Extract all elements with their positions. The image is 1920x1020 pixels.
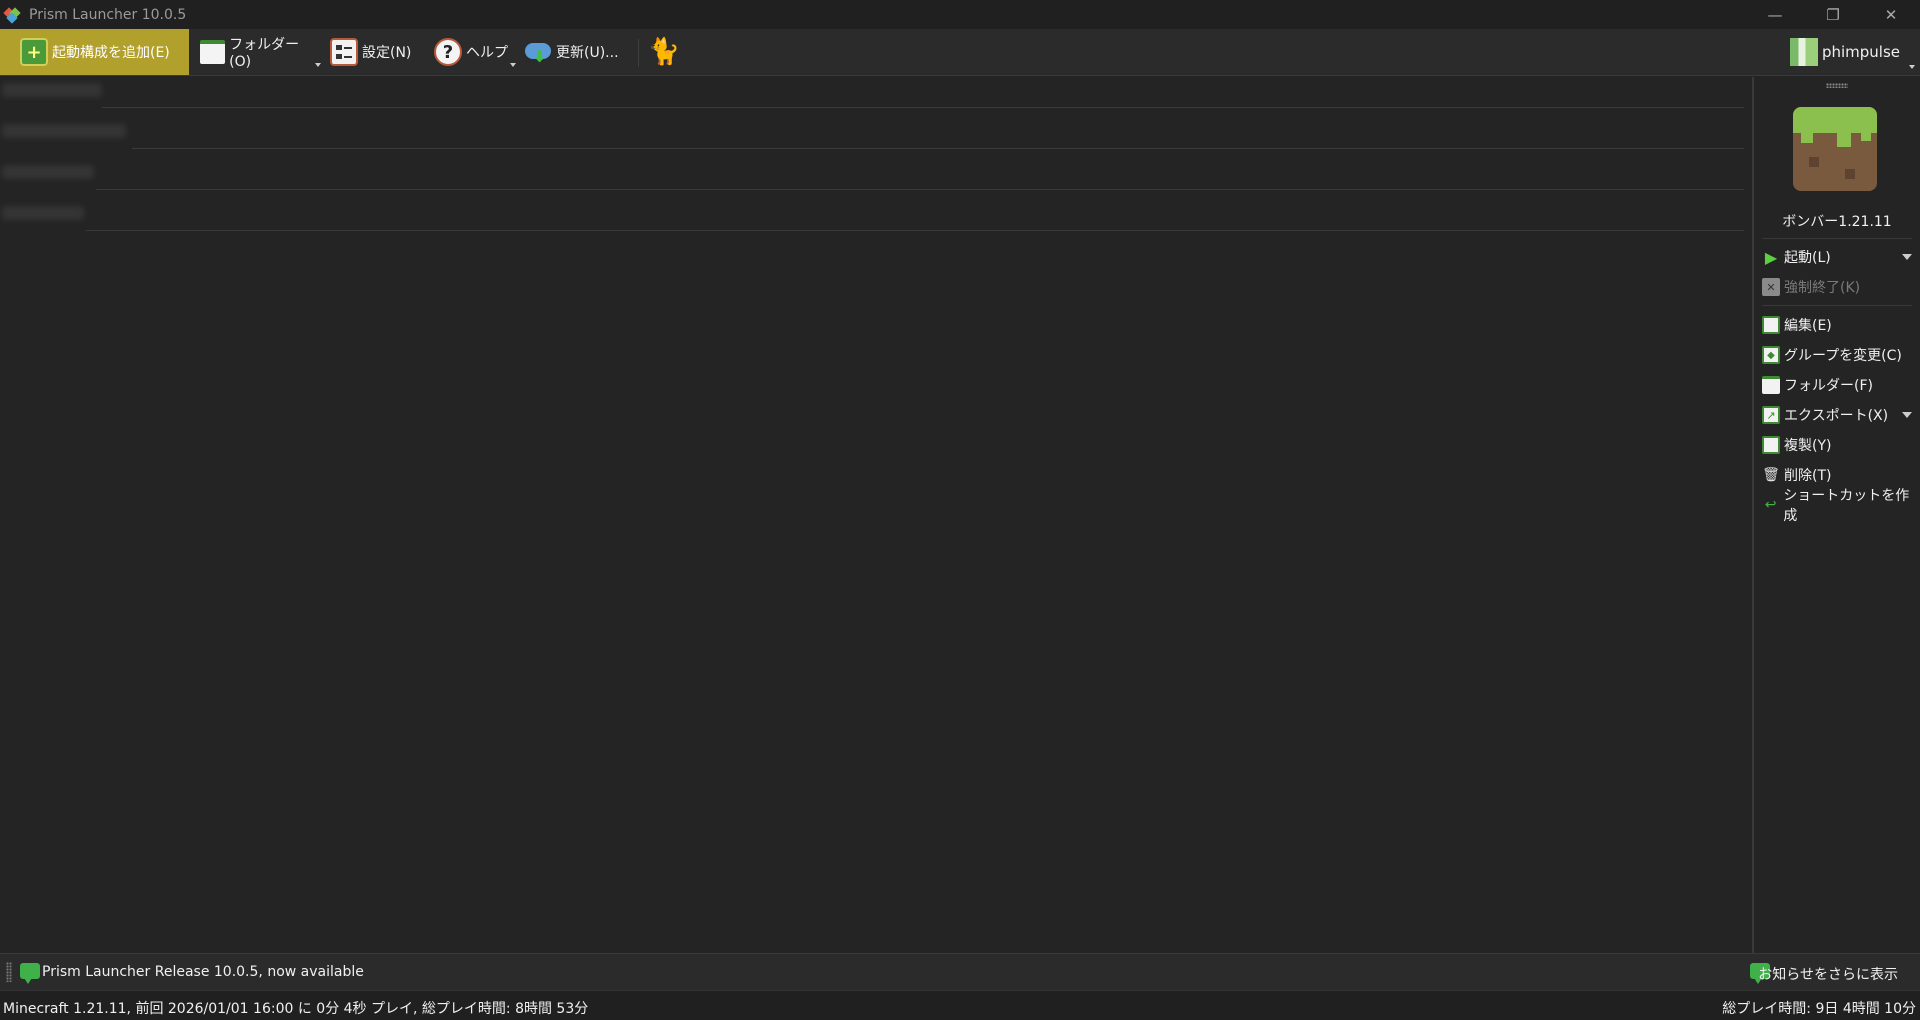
news-headline-link[interactable]: Prism Launcher Release 10.0.5, now avail…	[42, 964, 364, 980]
cloud-download-icon: ⬇	[524, 38, 552, 66]
group-divider	[132, 148, 1744, 149]
group-label-blurred	[2, 206, 84, 220]
kill-label: 強制終了(K)	[1784, 280, 1861, 296]
change-group-button[interactable]: ◆ グループを変更(C)	[1762, 343, 1918, 367]
export-dropdown-arrow-icon[interactable]	[1902, 412, 1912, 418]
toolbar-separator	[638, 39, 639, 67]
close-icon: ✕	[1884, 5, 1898, 24]
window-title: Prism Launcher 10.0.5	[29, 6, 187, 23]
help-dropdown-arrow-icon[interactable]	[510, 63, 516, 67]
cat-icon: 🐈	[647, 37, 681, 67]
instance-list[interactable]	[0, 77, 1752, 953]
instance-side-panel: ボンバー1.21.11 ▶ 起動(L) ✕ 強制終了(K) 編集(E) ◆ グル…	[1754, 77, 1920, 953]
instance-folder-label: フォルダー(F)	[1784, 378, 1873, 394]
launch-dropdown-arrow-icon[interactable]	[1902, 254, 1912, 260]
avatar	[1789, 38, 1818, 66]
delete-label: 削除(T)	[1784, 468, 1832, 484]
group-divider	[86, 230, 1744, 231]
shortcut-icon: ↩	[1764, 497, 1777, 513]
help-label: ヘルプ	[466, 45, 508, 61]
side-panel-grip-handle[interactable]	[1826, 83, 1848, 88]
settings-icon	[330, 38, 358, 66]
instance-folder-button[interactable]: フォルダー(F)	[1762, 373, 1918, 397]
folders-button[interactable]: フォルダー(O)	[200, 29, 318, 75]
restore-icon: ❐	[1826, 5, 1840, 24]
export-label: エクスポート(X)	[1784, 408, 1889, 424]
export-button[interactable]: ↗ エクスポート(X)	[1762, 403, 1918, 427]
kill-icon: ✕	[1762, 278, 1780, 296]
account-button[interactable]: phimpulse	[1789, 29, 1920, 75]
instance-group-header[interactable]	[0, 204, 1744, 231]
prism-logo-icon	[3, 6, 21, 24]
help-icon: ?	[434, 38, 462, 66]
minimize-button[interactable]: —	[1746, 0, 1804, 29]
cat-button[interactable]: 🐈	[647, 29, 684, 75]
create-shortcut-label: ショートカットを作成	[1783, 488, 1910, 524]
settings-button[interactable]: 設定(N)	[330, 29, 416, 75]
close-button[interactable]: ✕	[1862, 0, 1920, 29]
copy-label: 複製(Y)	[1784, 438, 1832, 454]
add-instance-icon: +	[20, 38, 48, 66]
group-divider	[96, 189, 1744, 190]
instance-group-header[interactable]	[0, 81, 1744, 108]
side-separator	[1762, 305, 1912, 306]
edit-icon	[1762, 316, 1780, 334]
folders-dropdown-arrow-icon[interactable]	[315, 63, 321, 67]
copy-icon	[1762, 436, 1780, 454]
instance-name[interactable]: ボンバー1.21.11	[1754, 211, 1920, 231]
create-shortcut-button[interactable]: ↩ ショートカットを作成	[1762, 488, 1918, 524]
instance-group-header[interactable]	[0, 122, 1744, 149]
tag-icon: ◆	[1762, 346, 1780, 364]
news-icon	[20, 963, 40, 984]
group-label-blurred	[2, 124, 126, 138]
launch-label: 起動(L)	[1784, 250, 1831, 266]
launch-button[interactable]: ▶ 起動(L)	[1762, 245, 1918, 269]
folder-icon	[200, 40, 226, 64]
instance-group-header[interactable]	[0, 163, 1744, 190]
delete-button[interactable]: 🗑 削除(T)	[1762, 463, 1918, 487]
more-news-button[interactable]: お知らせをさらに表示	[1758, 964, 1898, 984]
update-button[interactable]: ⬇ 更新(U)...	[524, 29, 620, 75]
total-playtime-text: 総プレイ時間: 9日 4時間 10分	[1722, 1001, 1916, 1017]
edit-button[interactable]: 編集(E)	[1762, 313, 1918, 337]
status-bar: Minecraft 1.21.11, 前回 2026/01/01 16:00 に…	[0, 990, 1920, 1020]
edit-label: 編集(E)	[1784, 318, 1832, 334]
grass-block-icon[interactable]	[1793, 107, 1877, 191]
instance-status-text: Minecraft 1.21.11, 前回 2026/01/01 16:00 に…	[3, 1001, 589, 1017]
play-icon: ▶	[1764, 247, 1778, 267]
main-toolbar: + 起動構成を追加(E) フォルダー(O) 設定(N) ? ヘルプ ⬇ 更新(U…	[0, 29, 1920, 76]
news-bar: Prism Launcher Release 10.0.5, now avail…	[0, 953, 1920, 990]
add-instance-label: 起動構成を追加(E)	[52, 45, 170, 61]
minimize-icon: —	[1767, 5, 1783, 24]
update-label: 更新(U)...	[556, 45, 619, 61]
add-instance-button[interactable]: + 起動構成を追加(E)	[0, 29, 189, 75]
help-button[interactable]: ? ヘルプ	[434, 29, 512, 75]
account-name: phimpulse	[1821, 43, 1900, 61]
window-controls: — ❐ ✕	[1746, 0, 1920, 29]
title-bar: Prism Launcher 10.0.5 — ❐ ✕	[0, 0, 1920, 29]
restore-button[interactable]: ❐	[1804, 0, 1862, 29]
folder-icon	[1762, 376, 1780, 394]
newsbar-grip-handle[interactable]	[6, 962, 12, 982]
group-label-blurred	[2, 83, 102, 97]
settings-label: 設定(N)	[362, 45, 412, 61]
account-dropdown-arrow-icon[interactable]	[1909, 65, 1915, 69]
copy-button[interactable]: 複製(Y)	[1762, 433, 1918, 457]
trash-icon: 🗑	[1762, 467, 1780, 483]
side-separator	[1762, 238, 1912, 239]
folders-label: フォルダー(O)	[229, 37, 300, 70]
change-group-label: グループを変更(C)	[1784, 348, 1902, 364]
export-icon: ↗	[1762, 406, 1780, 424]
group-divider	[102, 107, 1744, 108]
group-label-blurred	[2, 165, 94, 179]
kill-button[interactable]: ✕ 強制終了(K)	[1762, 275, 1918, 299]
